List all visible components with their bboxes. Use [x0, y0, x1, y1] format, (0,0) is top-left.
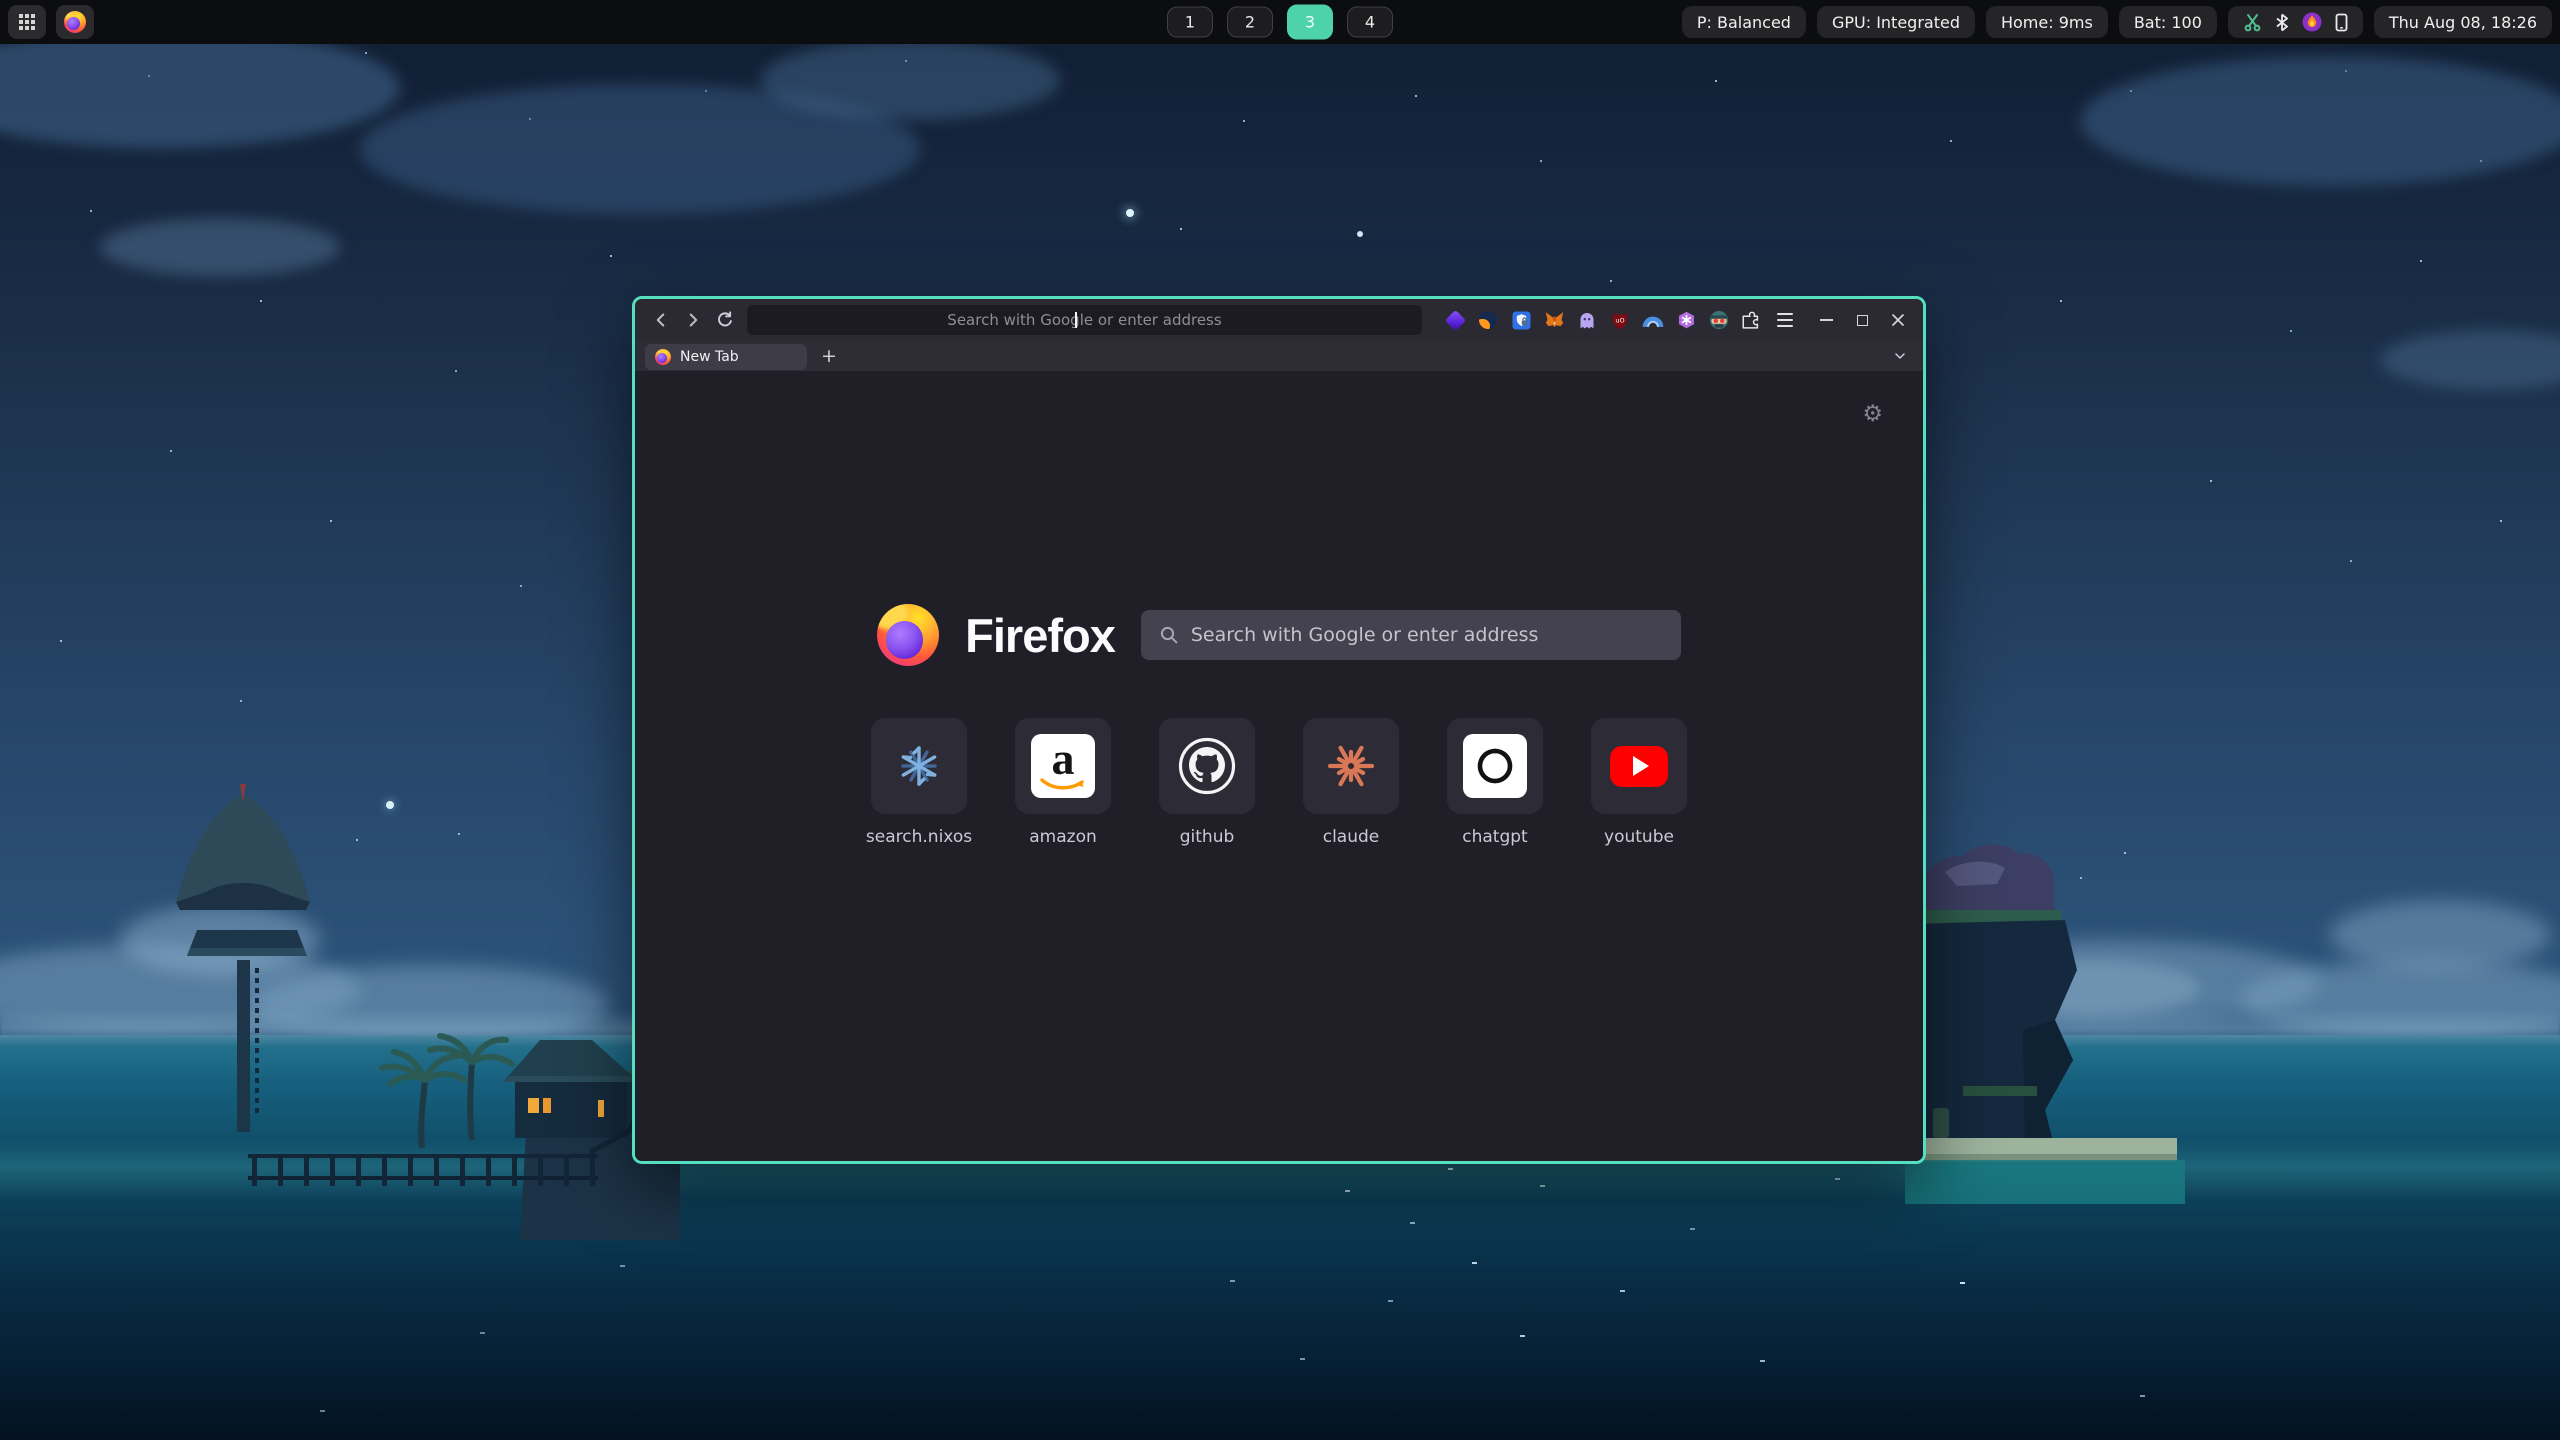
shortcut-label: claude: [1323, 827, 1380, 847]
firefox-logo: [877, 604, 939, 666]
arc-icon[interactable]: [1641, 308, 1665, 332]
menu-icon[interactable]: [1773, 308, 1797, 332]
ublock-shield-icon[interactable]: uO: [1608, 308, 1632, 332]
maximize-button[interactable]: [1847, 306, 1877, 334]
url-bar[interactable]: Search with Google or enter address: [747, 305, 1422, 335]
desktop: 1 2 3 4 P: Balanced GPU: Integrated Home…: [0, 0, 2560, 1440]
island-right-cliff: [1905, 820, 2185, 1220]
newtab-search-placeholder: Search with Google or enter address: [1191, 624, 1539, 646]
shortcut-label: youtube: [1604, 827, 1674, 847]
close-button[interactable]: [1883, 306, 1913, 334]
cloud: [2380, 330, 2560, 390]
top-status-bar: 1 2 3 4 P: Balanced GPU: Integrated Home…: [0, 0, 2560, 44]
shortcut-youtube[interactable]: youtube: [1591, 718, 1687, 847]
shortcut-amazon[interactable]: a github amazon: [1015, 718, 1111, 847]
shortcut-label: amazon: [1029, 827, 1097, 847]
shortcut-label: chatgpt: [1462, 827, 1527, 847]
crescent-icon[interactable]: [1476, 308, 1500, 332]
forward-button[interactable]: [677, 305, 709, 335]
openai-knot-icon: [1463, 734, 1527, 798]
new-tab-page: ⚙ Firefox Search with Google or enter ad…: [635, 371, 1923, 1161]
cloud: [0, 28, 400, 148]
nixos-snowflake-icon: [893, 740, 945, 792]
puzzle-icon[interactable]: [1740, 308, 1764, 332]
workspace-1[interactable]: 1: [1167, 7, 1213, 38]
gem-icon[interactable]: [1443, 308, 1467, 332]
power-profile-pill[interactable]: P: Balanced: [1682, 6, 1806, 38]
back-button[interactable]: [645, 305, 677, 335]
new-tab-button[interactable]: +: [816, 343, 842, 369]
workspace-2[interactable]: 2: [1227, 7, 1273, 38]
cloud: [760, 40, 1060, 120]
minimize-button[interactable]: [1811, 306, 1841, 334]
search-icon: [1159, 625, 1179, 645]
reload-button[interactable]: [709, 305, 741, 335]
tab-new-tab[interactable]: New Tab: [645, 344, 807, 370]
shortcut-search-nixos[interactable]: search.nixos: [871, 718, 967, 847]
amazon-letter: a: [1052, 741, 1075, 778]
firefox-launcher-button[interactable]: [56, 5, 94, 39]
youtube-play-icon: [1610, 746, 1668, 787]
firefox-wordmark: Firefox: [965, 608, 1115, 663]
workspace-3-active[interactable]: 3: [1287, 5, 1333, 40]
fox-icon[interactable]: [1542, 308, 1566, 332]
newtab-hero: Firefox Search with Google or enter addr…: [635, 573, 1923, 697]
firefox-window: Search with Google or enter address uO: [632, 296, 1926, 1164]
clock[interactable]: Thu Aug 08, 18:26: [2374, 6, 2552, 38]
latency-pill[interactable]: Home: 9ms: [1986, 6, 2108, 38]
cloud: [100, 218, 340, 276]
island-left-watchtower: [120, 780, 680, 1240]
shortcut-label: github: [1180, 827, 1235, 847]
shortcut-github[interactable]: github: [1159, 718, 1255, 847]
workspace-4[interactable]: 4: [1347, 7, 1393, 38]
cloud: [2080, 56, 2560, 186]
shortcut-label: search.nixos: [866, 827, 972, 847]
navigation-toolbar: Search with Google or enter address uO: [635, 299, 1923, 341]
firefox-icon: [64, 11, 86, 33]
shortcut-chatgpt[interactable]: chatgpt: [1447, 718, 1543, 847]
phone-icon[interactable]: [2335, 13, 2348, 32]
shield-lock-icon[interactable]: [1509, 308, 1533, 332]
list-all-tabs-button[interactable]: [1887, 343, 1913, 369]
newtab-search-field[interactable]: Search with Google or enter address: [1141, 610, 1681, 660]
ghost-icon[interactable]: [1575, 308, 1599, 332]
url-bar-placeholder: Search with Google or enter address: [947, 311, 1221, 329]
shortcut-tiles: search.nixos a github amazon: [635, 718, 1923, 847]
firefox-favicon: [655, 349, 671, 365]
hex-asterisk-icon[interactable]: [1674, 308, 1698, 332]
system-tray: [2228, 6, 2363, 38]
claude-starburst-icon: [1325, 740, 1377, 792]
tab-strip: New Tab +: [635, 341, 1923, 371]
workspace-switcher: 1 2 3 4: [1167, 5, 1393, 40]
github-octocat-icon: [1177, 736, 1237, 796]
gpu-pill[interactable]: GPU: Integrated: [1817, 6, 1975, 38]
flame-icon[interactable]: [2302, 12, 2322, 32]
shortcut-claude[interactable]: claude: [1303, 718, 1399, 847]
personalize-gear-icon[interactable]: ⚙: [1862, 403, 1883, 426]
text-caret: [1075, 312, 1077, 328]
app-grid-icon: [19, 14, 35, 30]
extensions-row: uO: [1443, 308, 1797, 332]
spy-icon[interactable]: [1707, 308, 1731, 332]
horizon-cloud: [2330, 900, 2550, 970]
svg-text:uO: uO: [1615, 316, 1624, 324]
battery-pill[interactable]: Bat: 100: [2119, 6, 2217, 38]
tab-title: New Tab: [680, 349, 739, 365]
window-controls: [1811, 306, 1913, 334]
app-launcher-button[interactable]: [8, 5, 46, 39]
amazon-icon: a: [1031, 734, 1095, 798]
bluetooth-icon[interactable]: [2275, 13, 2289, 32]
scissors-icon[interactable]: [2243, 13, 2262, 32]
